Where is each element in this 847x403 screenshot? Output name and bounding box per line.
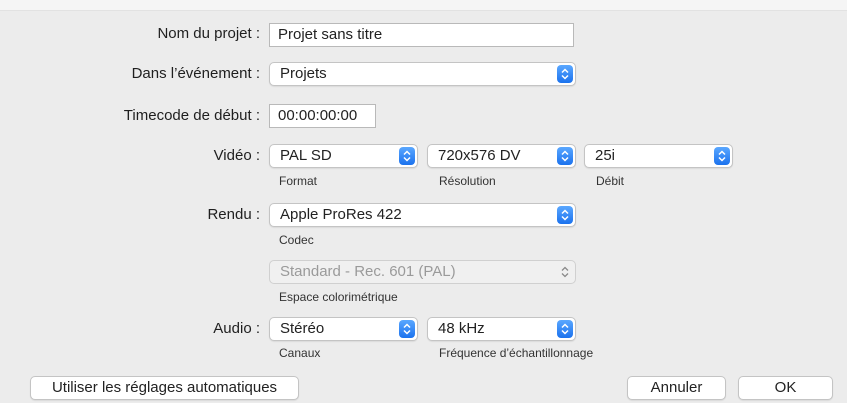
project-name-label: Nom du projet : <box>157 25 260 42</box>
sample-rate-caption: Fréquence d’échantillonnage <box>439 346 594 360</box>
timecode-label: Timecode de début : <box>123 107 260 124</box>
up-down-chevron-icon <box>557 65 573 83</box>
render-codec-popup[interactable]: Apple ProRes 422 <box>269 203 576 227</box>
cancel-button[interactable]: Annuler <box>627 376 726 400</box>
video-label: Vidéo : <box>213 147 260 164</box>
up-down-chevron-icon <box>557 263 573 281</box>
up-down-chevron-icon <box>557 320 573 338</box>
video-resolution-value: 720x576 DV <box>438 147 521 164</box>
up-down-chevron-icon <box>714 147 730 165</box>
audio-label: Audio : <box>213 320 260 337</box>
audio-channels-value: Stéréo <box>280 320 325 337</box>
up-down-chevron-icon <box>399 320 415 338</box>
codec-caption: Codec <box>279 233 314 247</box>
window-top-edge <box>0 0 847 11</box>
video-rate-value: 25i <box>595 147 616 164</box>
event-popup-value: Projets <box>280 65 327 82</box>
channels-caption: Canaux <box>279 346 321 360</box>
rate-caption: Débit <box>596 174 625 188</box>
video-resolution-popup[interactable]: 720x576 DV <box>427 144 576 168</box>
color-space-popup: Standard - Rec. 601 (PAL) <box>269 260 576 284</box>
up-down-chevron-icon <box>557 206 573 224</box>
video-format-popup[interactable]: PAL SD <box>269 144 418 168</box>
video-rate-popup[interactable]: 25i <box>584 144 733 168</box>
color-space-caption: Espace colorimétrique <box>279 290 398 304</box>
render-label: Rendu : <box>207 206 260 223</box>
audio-sample-rate-value: 48 kHz <box>438 320 485 337</box>
timecode-input[interactable]: 00:00:00:00 <box>269 104 376 128</box>
event-popup[interactable]: Projets <box>269 62 576 86</box>
use-automatic-settings-button[interactable]: Utiliser les réglages automatiques <box>30 376 299 400</box>
video-format-value: PAL SD <box>280 147 332 164</box>
up-down-chevron-icon <box>399 147 415 165</box>
event-label: Dans l’événement : <box>131 65 260 82</box>
audio-sample-rate-popup[interactable]: 48 kHz <box>427 317 576 341</box>
color-space-value: Standard - Rec. 601 (PAL) <box>280 263 456 280</box>
project-name-input[interactable]: Projet sans titre <box>269 23 574 47</box>
ok-button[interactable]: OK <box>738 376 833 400</box>
format-caption: Format <box>279 174 318 188</box>
up-down-chevron-icon <box>557 147 573 165</box>
resolution-caption: Résolution <box>439 174 496 188</box>
render-codec-value: Apple ProRes 422 <box>280 206 402 223</box>
audio-channels-popup[interactable]: Stéréo <box>269 317 418 341</box>
